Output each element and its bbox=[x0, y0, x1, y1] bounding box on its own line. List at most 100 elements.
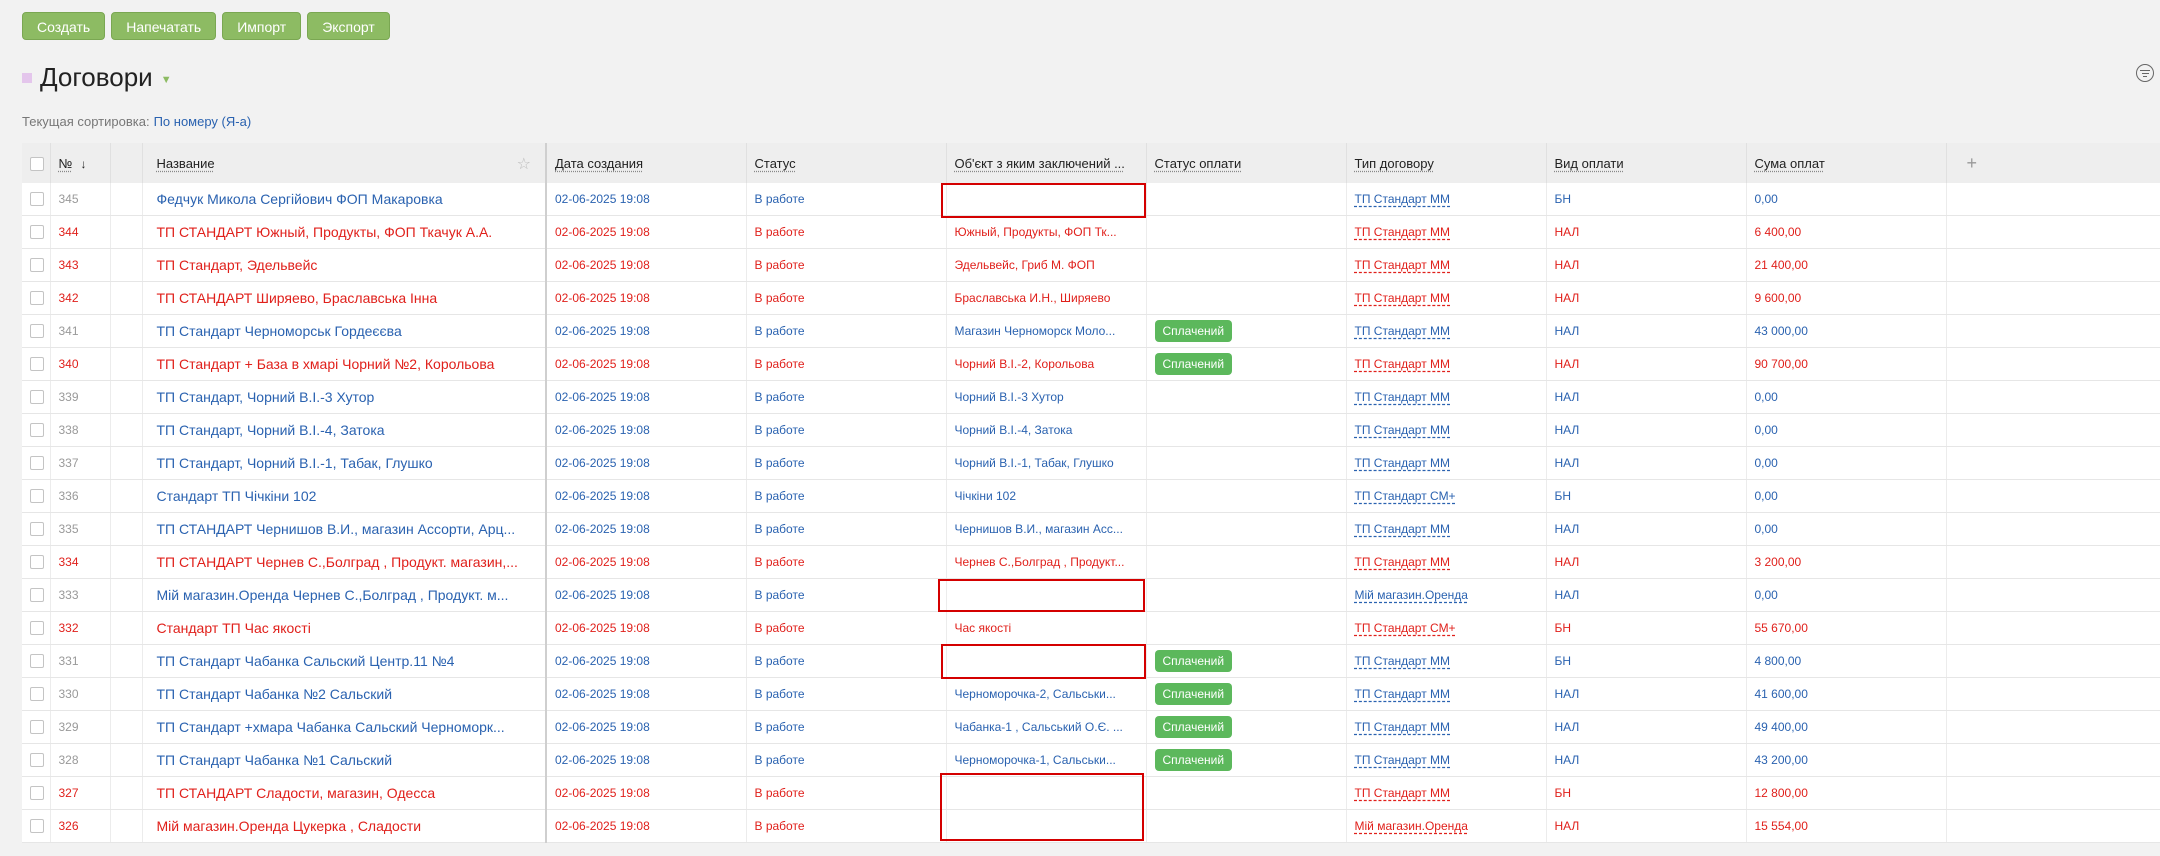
row-object[interactable]: Чернев С.,Болград , Продукт... bbox=[946, 545, 1147, 579]
row-checkbox[interactable] bbox=[30, 654, 44, 669]
star-icon[interactable]: ☆ bbox=[517, 154, 531, 174]
row-contract-type[interactable]: ТП Стандарт ММ bbox=[1346, 512, 1547, 546]
table-row[interactable]: 340 ТП Стандарт + База в хмарі Чорний №2,… bbox=[22, 347, 2160, 381]
contract-type-link[interactable]: ТП Стандарт СМ+ bbox=[1355, 489, 1456, 503]
row-name-link[interactable]: ТП СТАНДАРТ Чернишов В.И., магазин Ассор… bbox=[142, 512, 547, 546]
row-contract-type[interactable]: Мій магазин.Оренда bbox=[1346, 578, 1547, 612]
row-name-link[interactable]: ТП СТАНДАРТ Южный, Продукты, ФОП Ткачук … bbox=[142, 215, 547, 249]
header-created[interactable]: Дата создания bbox=[546, 143, 747, 183]
table-row[interactable]: 344 ТП СТАНДАРТ Южный, Продукты, ФОП Ткач… bbox=[22, 215, 2160, 249]
row-name-link[interactable]: Мій магазин.Оренда Чернев С.,Болград , П… bbox=[142, 578, 547, 612]
row-checkbox[interactable] bbox=[30, 423, 44, 438]
row-contract-type[interactable]: ТП Стандарт ММ bbox=[1346, 215, 1547, 249]
header-payment-sum[interactable]: Сума оплат bbox=[1746, 143, 1947, 183]
table-row[interactable]: 339 ТП Стандарт, Чорний В.І.-3 Хутор 02-06… bbox=[22, 380, 2160, 414]
row-name-link[interactable]: ТП Стандарт Черноморськ Гордеєєва bbox=[142, 314, 547, 348]
row-checkbox[interactable] bbox=[30, 258, 44, 273]
row-name-link[interactable]: Стандарт ТП Чічкіни 102 bbox=[142, 479, 547, 513]
table-row[interactable]: 338 ТП Стандарт, Чорний В.І.-4, Затока 02-… bbox=[22, 413, 2160, 447]
row-contract-type[interactable]: ТП Стандарт ММ bbox=[1346, 248, 1547, 282]
row-contract-type[interactable]: ТП Стандарт ММ bbox=[1346, 314, 1547, 348]
contract-type-link[interactable]: ТП Стандарт ММ bbox=[1355, 555, 1451, 569]
row-checkbox[interactable] bbox=[30, 357, 44, 372]
select-all-checkbox[interactable] bbox=[30, 156, 44, 171]
row-checkbox[interactable] bbox=[30, 489, 44, 504]
table-row[interactable]: 333 Мій магазин.Оренда Чернев С.,Болград … bbox=[22, 578, 2160, 612]
row-name-link[interactable]: ТП Стандарт +хмара Чабанка Сальский Черн… bbox=[142, 710, 547, 744]
export-button[interactable]: Экспорт bbox=[307, 12, 390, 40]
row-object[interactable] bbox=[946, 776, 1147, 810]
contract-type-link[interactable]: Мій магазин.Оренда bbox=[1355, 588, 1468, 602]
row-checkbox[interactable] bbox=[30, 522, 44, 537]
contract-type-link[interactable]: ТП Стандарт ММ bbox=[1355, 423, 1451, 437]
header-payment-kind[interactable]: Вид оплати bbox=[1546, 143, 1747, 183]
row-contract-type[interactable]: ТП Стандарт ММ bbox=[1346, 710, 1547, 744]
chevron-down-icon[interactable]: ▼ bbox=[161, 74, 172, 86]
row-checkbox[interactable] bbox=[30, 687, 44, 702]
row-object[interactable]: Чорний В.І.-4, Затока bbox=[946, 413, 1147, 447]
row-object[interactable]: Чабанка-1 , Сальський О.Є. ... bbox=[946, 710, 1147, 744]
row-checkbox[interactable] bbox=[30, 819, 44, 834]
create-button[interactable]: Создать bbox=[22, 12, 106, 40]
sort-link[interactable]: По номеру (Я-а) bbox=[154, 114, 252, 129]
row-checkbox[interactable] bbox=[30, 456, 44, 471]
contract-type-link[interactable]: ТП Стандарт ММ bbox=[1355, 522, 1451, 536]
row-contract-type[interactable]: ТП Стандарт ММ bbox=[1346, 776, 1547, 810]
header-payment-status[interactable]: Статус оплати bbox=[1146, 143, 1347, 183]
header-name[interactable]: Название ☆ bbox=[142, 143, 547, 183]
row-checkbox[interactable] bbox=[30, 753, 44, 768]
contract-type-link[interactable]: ТП Стандарт ММ bbox=[1355, 456, 1451, 470]
contract-type-link[interactable]: ТП Стандарт ММ bbox=[1355, 324, 1451, 338]
row-object[interactable]: Магазин Черноморск Моло... bbox=[946, 314, 1147, 348]
row-name-link[interactable]: ТП Стандарт Чабанка Сальский Центр.11 №4 bbox=[142, 644, 547, 678]
contract-type-link[interactable]: ТП Стандарт ММ bbox=[1355, 390, 1451, 404]
row-name-link[interactable]: ТП Стандарт Чабанка №2 Сальский bbox=[142, 677, 547, 711]
table-row[interactable]: 335 ТП СТАНДАРТ Чернишов В.И., магазин Ас… bbox=[22, 512, 2160, 546]
row-name-link[interactable]: ТП Стандарт, Чорний В.І.-4, Затока bbox=[142, 413, 547, 447]
row-contract-type[interactable]: ТП Стандарт ММ bbox=[1346, 413, 1547, 447]
row-object[interactable]: Чорний В.І.-2, Корольова bbox=[946, 347, 1147, 381]
row-object[interactable] bbox=[946, 183, 1147, 216]
row-object[interactable] bbox=[946, 578, 1147, 612]
row-checkbox[interactable] bbox=[30, 621, 44, 636]
row-checkbox[interactable] bbox=[30, 588, 44, 603]
table-row[interactable]: 332 Стандарт ТП Час якості 02-06-2025 19:0… bbox=[22, 611, 2160, 645]
row-contract-type[interactable]: ТП Стандарт ММ bbox=[1346, 545, 1547, 579]
contract-type-link[interactable]: ТП Стандарт ММ bbox=[1355, 753, 1451, 767]
row-contract-type[interactable]: ТП Стандарт ММ bbox=[1346, 281, 1547, 315]
row-object[interactable]: Черноморочка-1, Сальськи... bbox=[946, 743, 1147, 777]
row-contract-type[interactable]: ТП Стандарт ММ bbox=[1346, 183, 1547, 216]
row-contract-type[interactable]: ТП Стандарт ММ bbox=[1346, 347, 1547, 381]
row-object[interactable]: Чорний В.І.-1, Табак, Глушко bbox=[946, 446, 1147, 480]
row-object[interactable]: Браславська И.Н., Ширяево bbox=[946, 281, 1147, 315]
row-name-link[interactable]: ТП СТАНДАРТ Ширяево, Браславська Інна bbox=[142, 281, 547, 315]
table-row[interactable]: 336 Стандарт ТП Чічкіни 102 02-06-2025 19:… bbox=[22, 479, 2160, 513]
row-name-link[interactable]: Стандарт ТП Час якості bbox=[142, 611, 547, 645]
table-row[interactable]: 330 ТП Стандарт Чабанка №2 Сальский 02-06-… bbox=[22, 677, 2160, 711]
row-checkbox[interactable] bbox=[30, 192, 44, 207]
contract-type-link[interactable]: ТП Стандарт ММ bbox=[1355, 357, 1451, 371]
table-row[interactable]: 327 ТП СТАНДАРТ Сладости, магазин, Одесса… bbox=[22, 776, 2160, 810]
row-name-link[interactable]: Мій магазин.Оренда Цукерка , Сладости bbox=[142, 809, 547, 843]
row-checkbox[interactable] bbox=[30, 225, 44, 240]
row-contract-type[interactable]: ТП Стандарт ММ bbox=[1346, 644, 1547, 678]
contract-type-link[interactable]: ТП Стандарт ММ bbox=[1355, 720, 1451, 734]
row-checkbox[interactable] bbox=[30, 555, 44, 570]
row-name-link[interactable]: ТП Стандарт, Чорний В.І.-1, Табак, Глушк… bbox=[142, 446, 547, 480]
table-row[interactable]: 341 ТП Стандарт Черноморськ Гордеєєва 02-0… bbox=[22, 314, 2160, 348]
row-contract-type[interactable]: ТП Стандарт ММ bbox=[1346, 446, 1547, 480]
header-num[interactable]: № ↓ bbox=[50, 143, 111, 183]
table-row[interactable]: 329 ТП Стандарт +хмара Чабанка Сальский Ч… bbox=[22, 710, 2160, 744]
contract-type-link[interactable]: Мій магазин.Оренда bbox=[1355, 819, 1468, 833]
row-object[interactable]: Южный, Продукты, ФОП Тк... bbox=[946, 215, 1147, 249]
table-row[interactable]: 328 ТП Стандарт Чабанка №1 Сальский 02-06-… bbox=[22, 743, 2160, 777]
contract-type-link[interactable]: ТП Стандарт ММ bbox=[1355, 192, 1451, 206]
row-name-link[interactable]: ТП Стандарт Чабанка №1 Сальский bbox=[142, 743, 547, 777]
contract-type-link[interactable]: ТП Стандарт ММ bbox=[1355, 291, 1451, 305]
row-name-link[interactable]: ТП СТАНДАРТ Сладости, магазин, Одесса bbox=[142, 776, 547, 810]
row-checkbox[interactable] bbox=[30, 291, 44, 306]
row-contract-type[interactable]: ТП Стандарт ММ bbox=[1346, 380, 1547, 414]
table-row[interactable]: 343 ТП Стандарт, Эдельвейс 02-06-2025 19:0… bbox=[22, 248, 2160, 282]
row-object[interactable]: Чернишов В.И., магазин Асс... bbox=[946, 512, 1147, 546]
row-name-link[interactable]: Федчук Микола Сергійович ФОП Макаровка bbox=[142, 183, 547, 216]
